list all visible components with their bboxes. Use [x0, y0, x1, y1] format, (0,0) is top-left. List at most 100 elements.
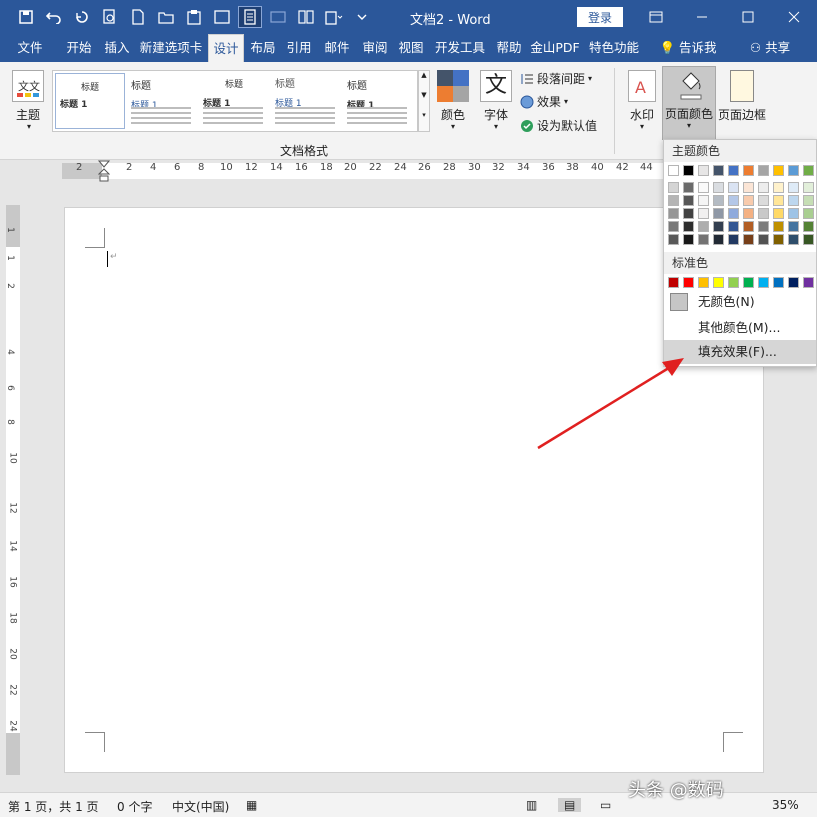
color-swatch[interactable] — [713, 182, 724, 193]
undo-icon[interactable] — [42, 6, 66, 28]
color-swatch[interactable] — [788, 195, 799, 206]
color-swatch[interactable] — [743, 195, 754, 206]
color-swatch[interactable] — [773, 208, 784, 219]
color-swatch[interactable] — [668, 165, 679, 176]
zoom-level[interactable]: 35% — [772, 798, 799, 812]
color-swatch[interactable] — [668, 195, 679, 206]
tab-featured[interactable]: 特色功能 — [585, 34, 643, 62]
color-swatch[interactable] — [773, 195, 784, 206]
tab-help[interactable]: 帮助 — [492, 34, 526, 62]
color-swatch[interactable] — [728, 208, 739, 219]
color-swatch[interactable] — [683, 165, 694, 176]
color-swatch[interactable] — [698, 208, 709, 219]
tab-home[interactable]: 开始 — [60, 34, 98, 62]
tab-references[interactable]: 引用 — [282, 34, 316, 62]
tab-insert[interactable]: 插入 — [100, 34, 134, 62]
web-layout-icon[interactable]: ▭ — [600, 798, 611, 812]
color-swatch[interactable] — [668, 234, 679, 245]
color-swatch[interactable] — [713, 195, 724, 206]
color-swatch[interactable] — [698, 182, 709, 193]
color-swatch[interactable] — [803, 182, 814, 193]
save-icon[interactable] — [14, 6, 38, 28]
color-swatch[interactable] — [683, 234, 694, 245]
tab-kingsoft-pdf[interactable]: 金山PDF — [528, 34, 582, 62]
colors-label[interactable]: 颜色 — [441, 106, 465, 123]
new-document-icon[interactable] — [126, 6, 150, 28]
watermark-dropdown-icon[interactable]: ▾ — [640, 122, 644, 131]
color-swatch[interactable] — [758, 234, 769, 245]
indent-marker-icon[interactable] — [97, 160, 111, 182]
tab-developer[interactable]: 开发工具 — [430, 34, 490, 62]
screenshot-icon[interactable] — [210, 6, 234, 28]
color-swatch[interactable] — [713, 208, 724, 219]
themes-label[interactable]: 主题 — [16, 106, 40, 123]
color-swatch[interactable] — [728, 234, 739, 245]
gallery-more-icon[interactable]: ▾ — [419, 111, 429, 119]
style-set-item[interactable]: 标题 标题 1 — [127, 73, 197, 129]
maximize-icon[interactable] — [725, 0, 771, 34]
tell-me-box[interactable]: 💡 告诉我 — [652, 34, 724, 62]
gallery-scroll[interactable]: ▲ ▼ ▾ — [418, 70, 430, 132]
paste-icon[interactable] — [182, 6, 206, 28]
color-swatch[interactable] — [698, 221, 709, 232]
color-swatch[interactable] — [698, 195, 709, 206]
print-preview-icon[interactable] — [98, 6, 122, 28]
document-page[interactable]: ↵ — [64, 207, 764, 773]
color-swatch[interactable] — [803, 234, 814, 245]
page-color-button[interactable]: 页面颜色 ▾ — [662, 66, 716, 140]
watermark-icon[interactable]: A — [628, 70, 656, 102]
ribbon-display-options-icon[interactable] — [633, 0, 679, 34]
fill-effects-item[interactable]: 填充效果(F)... — [664, 340, 816, 364]
color-swatch[interactable] — [683, 182, 694, 193]
color-swatch[interactable] — [788, 221, 799, 232]
color-swatch[interactable] — [698, 277, 709, 288]
page-border-icon[interactable] — [730, 70, 754, 102]
color-swatch[interactable] — [773, 234, 784, 245]
share-button[interactable]: ⚇ 共享 — [745, 34, 795, 62]
vertical-ruler[interactable]: 1 1 2 4 6 8 10 12 14 16 18 20 22 24 26 2… — [5, 205, 20, 775]
fonts-icon[interactable]: 文 — [480, 70, 512, 102]
color-swatch[interactable] — [758, 277, 769, 288]
color-swatch[interactable] — [788, 182, 799, 193]
color-swatch[interactable] — [758, 195, 769, 206]
page-layout-icon[interactable] — [238, 6, 262, 28]
color-swatch[interactable] — [743, 165, 754, 176]
redo-icon[interactable] — [70, 6, 94, 28]
effects-button[interactable]: 效果 ▾ — [520, 93, 568, 110]
style-set-item[interactable]: 标题 标题 1 — [343, 73, 413, 129]
color-swatch[interactable] — [683, 221, 694, 232]
color-swatch[interactable] — [773, 165, 784, 176]
color-swatch[interactable] — [788, 277, 799, 288]
gallery-down-icon[interactable]: ▼ — [419, 91, 429, 99]
read-mode-icon[interactable]: ▥ — [526, 798, 537, 812]
color-swatch[interactable] — [803, 165, 814, 176]
more-colors-item[interactable]: 其他颜色(M)... — [664, 316, 816, 340]
color-swatch[interactable] — [758, 182, 769, 193]
color-swatch[interactable] — [758, 208, 769, 219]
color-swatch[interactable] — [743, 208, 754, 219]
color-swatch[interactable] — [773, 221, 784, 232]
color-swatch[interactable] — [713, 277, 724, 288]
style-set-item[interactable]: 标题 标题 1 — [199, 73, 269, 129]
page-border-label[interactable]: 页面边框 — [718, 106, 766, 123]
color-swatch[interactable] — [803, 221, 814, 232]
format-icon[interactable] — [266, 6, 290, 28]
login-button[interactable]: 登录 — [577, 7, 623, 27]
color-swatch[interactable] — [713, 221, 724, 232]
open-folder-icon[interactable] — [154, 6, 178, 28]
tab-review[interactable]: 审阅 — [358, 34, 392, 62]
tab-design[interactable]: 设计 — [208, 34, 244, 62]
color-swatch[interactable] — [668, 208, 679, 219]
color-swatch[interactable] — [743, 221, 754, 232]
color-swatch[interactable] — [683, 208, 694, 219]
color-swatch[interactable] — [683, 195, 694, 206]
fonts-dropdown-icon[interactable]: ▾ — [494, 122, 498, 131]
color-swatch[interactable] — [668, 182, 679, 193]
color-swatch[interactable] — [683, 277, 694, 288]
colors-icon[interactable] — [437, 70, 469, 102]
tab-new[interactable]: 新建选项卡 — [137, 34, 205, 62]
tab-file[interactable]: 文件 — [8, 34, 52, 62]
language-status[interactable]: 中文(中国) — [172, 798, 229, 815]
minimize-icon[interactable] — [679, 0, 725, 34]
word-count[interactable]: 0 个字 — [117, 798, 152, 815]
